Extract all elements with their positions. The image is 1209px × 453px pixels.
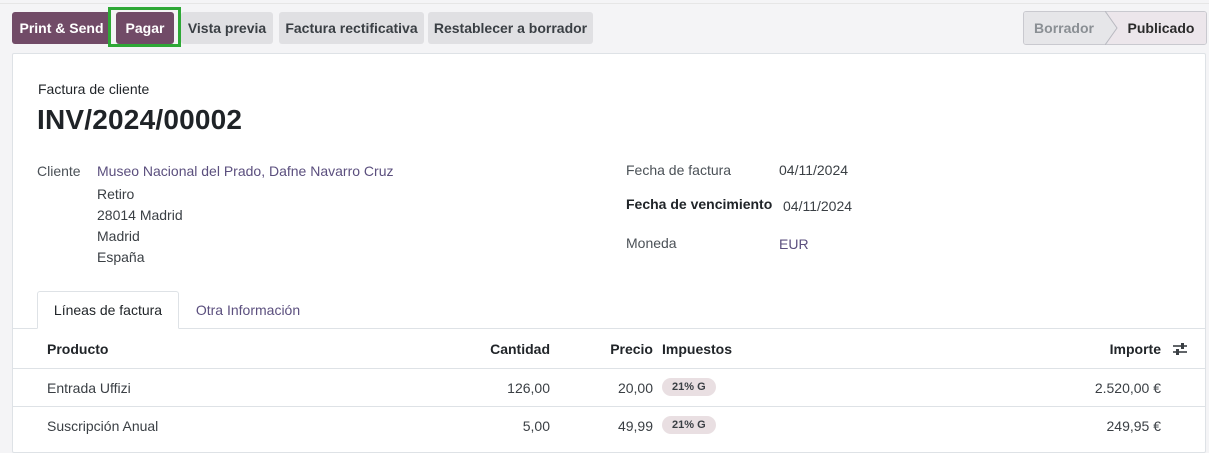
table-divider <box>13 406 1205 407</box>
tab-invoice-lines[interactable]: Líneas de factura <box>37 291 179 329</box>
currency-field[interactable]: EUR <box>779 236 809 252</box>
line-product-link[interactable]: Entrada Uffizi <box>47 380 131 396</box>
column-header-quantity[interactable]: Cantidad <box>450 341 550 357</box>
preview-button[interactable]: Vista previa <box>181 12 273 44</box>
print-send-button[interactable]: Print & Send <box>12 12 111 44</box>
tax-badge[interactable]: 21% G <box>662 416 716 434</box>
customer-address-line: Madrid <box>97 228 140 244</box>
line-price[interactable]: 20,00 <box>573 380 653 396</box>
reset-to-draft-button[interactable]: Restablecer a borrador <box>428 12 593 44</box>
column-header-product[interactable]: Producto <box>47 341 108 357</box>
invoice-date-label: Fecha de factura <box>626 162 732 178</box>
status-bar: Borrador Publicado <box>1023 11 1207 45</box>
pay-button[interactable]: Pagar <box>116 12 174 44</box>
customer-name-link[interactable]: Museo Nacional del Prado, Dafne Navarro … <box>97 163 393 179</box>
column-header-taxes[interactable]: Impuestos <box>662 341 732 357</box>
customer-address-line: Retiro <box>97 186 135 202</box>
customer-address-line: 28014 Madrid <box>97 207 183 223</box>
column-header-amount[interactable]: Importe <box>1013 341 1161 357</box>
invoice-number: INV/2024/00002 <box>37 104 243 135</box>
invoice-form-sheet: Factura de cliente INV/2024/00002 Client… <box>12 53 1206 453</box>
currency-label: Moneda <box>626 235 677 251</box>
document-type: Factura de cliente <box>38 81 150 97</box>
line-amount: 2.520,00 € <box>1094 380 1161 396</box>
line-price[interactable]: 49,99 <box>573 418 653 434</box>
table-divider <box>13 368 1205 369</box>
customer-address-line: España <box>97 249 145 265</box>
invoice-date-field[interactable]: 04/11/2024 <box>779 162 848 178</box>
stage-posted[interactable]: Publicado <box>1108 12 1206 44</box>
tax-badge[interactable]: 21% G <box>662 378 716 396</box>
line-quantity[interactable]: 5,00 <box>450 418 550 434</box>
line-product-link[interactable]: Suscripción Anual <box>47 418 158 434</box>
line-amount: 249,95 € <box>1106 418 1162 434</box>
tab-other-info[interactable]: Otra Información <box>183 291 313 329</box>
line-quantity[interactable]: 126,00 <box>450 380 550 396</box>
top-border <box>0 0 1209 4</box>
sliders-icon[interactable] <box>1172 342 1188 356</box>
customer-label: Cliente <box>37 163 81 179</box>
credit-note-button[interactable]: Factura rectificativa <box>279 12 424 44</box>
due-date-field[interactable]: 04/11/2024 <box>783 198 852 214</box>
column-header-price[interactable]: Precio <box>573 341 653 357</box>
stage-draft[interactable]: Borrador <box>1024 12 1108 44</box>
due-date-label: Fecha de vencimiento <box>626 196 773 212</box>
